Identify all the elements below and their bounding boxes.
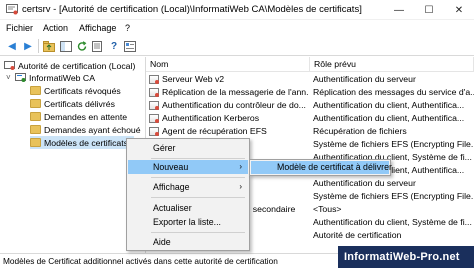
folder-icon (30, 125, 41, 134)
tree-item-label: Certificats délivrés (44, 98, 115, 109)
properties-icon[interactable] (123, 39, 137, 53)
back-arrow-icon[interactable]: ◀ (5, 39, 19, 53)
folder-icon (30, 99, 41, 108)
template-name: Agent de récupération EFS (162, 126, 267, 136)
column-header-role[interactable]: Rôle prévu (310, 57, 474, 72)
certificate-template-icon (149, 74, 159, 84)
template-role: Récupération de fichiers (313, 126, 407, 136)
certsrv-app-icon (6, 4, 18, 15)
context-menu: Gérer Nouveau › Affichage › Actualiser E… (126, 138, 250, 251)
menu-item-help[interactable]: Aide (128, 235, 248, 249)
minimize-button[interactable]: — (384, 0, 414, 20)
tree-item-failed-requests[interactable]: Demandes ayant échoué (30, 123, 141, 136)
window-title: certsrv - [Autorité de certification (Lo… (22, 4, 362, 15)
certificate-template-icon (149, 113, 159, 123)
tree-item-certificate-templates[interactable]: Modèles de certificats (30, 136, 135, 149)
menu-bar: Fichier Action Affichage ? (0, 20, 474, 36)
expand-chevron-icon[interactable]: ˅ (6, 73, 14, 82)
menu-item-view-label: Affichage (153, 182, 190, 192)
tree-root-label: Autorité de certification (Local) (18, 60, 136, 71)
up-folder-icon[interactable] (42, 39, 56, 53)
tree-ca-label: InformatiWeb CA (29, 72, 95, 83)
menu-item-refresh[interactable]: Actualiser (128, 201, 248, 215)
template-role: Authentification du client, Système de f… (313, 217, 472, 227)
table-row[interactable]: Serveur Web v2 Authentification du serve… (146, 73, 474, 85)
certificate-authority-icon (4, 61, 15, 70)
certificate-template-icon (149, 87, 159, 97)
menu-separator (151, 197, 245, 198)
toolbar-separator (38, 39, 39, 53)
template-role: <Tous> (313, 204, 342, 214)
help-icon[interactable]: ? (107, 39, 121, 53)
template-role: Système de fichiers EFS (Encrypting File… (313, 191, 474, 201)
export-list-icon[interactable] (91, 39, 105, 53)
menu-item-new-label: Nouveau (153, 162, 189, 172)
forward-arrow-icon[interactable]: ▶ (21, 39, 35, 53)
submenu-arrow-icon: › (239, 182, 242, 191)
table-row[interactable]: Agent de récupération EFS Récupération d… (146, 125, 474, 137)
refresh-icon[interactable] (75, 39, 89, 53)
tree-item-label: Demandes ayant échoué (44, 124, 141, 135)
menu-fichier[interactable]: Fichier (6, 23, 33, 33)
tree-item-revoked-certificates[interactable]: Certificats révoqués (30, 84, 121, 97)
certificate-template-icon (149, 126, 159, 136)
new-submenu: Modèle de certificat à délivrer (249, 159, 392, 176)
submenu-arrow-icon: › (239, 162, 242, 171)
template-name: Authentification du contrôleur de do... (162, 100, 306, 110)
template-role: Système de fichiers EFS (Encrypting File… (313, 139, 474, 149)
menu-item-view[interactable]: Affichage › (128, 180, 248, 194)
show-tree-icon[interactable] (59, 39, 73, 53)
menu-separator (151, 177, 245, 178)
tree-item-label: Certificats révoqués (44, 85, 121, 96)
menu-item-export-list[interactable]: Exporter la liste... (128, 215, 248, 229)
title-bar: certsrv - [Autorité de certification (Lo… (0, 0, 474, 20)
toolbar: ◀ ▶ ? (0, 36, 474, 56)
tree-item-label: Modèles de certificats (44, 137, 129, 148)
tree-item-pending-requests[interactable]: Demandes en attente (30, 110, 127, 123)
column-header-name[interactable]: Nom (146, 57, 310, 72)
close-button[interactable]: ✕ (444, 0, 474, 20)
template-role: Authentification du serveur (313, 74, 416, 84)
folder-icon (30, 112, 41, 121)
table-row[interactable]: Authentification Kerberos Authentificati… (146, 112, 474, 124)
template-role: Réplication des messages du service d'a.… (313, 87, 474, 97)
template-role: Authentification du client, Authentifica… (313, 113, 465, 123)
tree-item-ca[interactable]: ˅ InformatiWeb CA (6, 71, 95, 84)
tree-item-issued-certificates[interactable]: Certificats délivrés (30, 97, 115, 110)
table-row[interactable]: Authentification du contrôleur de do... … (146, 99, 474, 111)
folder-icon (30, 86, 41, 95)
template-role: Authentification du client, Authentifica… (313, 100, 465, 110)
template-name: Serveur Web v2 (162, 74, 225, 84)
menu-separator (151, 158, 245, 159)
menu-help[interactable]: ? (125, 23, 130, 33)
template-name: Réplication de la messagerie de l'ann... (162, 87, 309, 97)
table-row[interactable]: Réplication de la messagerie de l'ann...… (146, 86, 474, 98)
watermark-logo: InformatiWeb-Pro.net (338, 246, 474, 268)
menu-item-template-to-issue[interactable]: Modèle de certificat à délivrer (251, 161, 392, 174)
template-name: Authentification Kerberos (162, 113, 260, 123)
certificate-server-icon (15, 73, 26, 82)
folder-icon (30, 138, 41, 147)
maximize-button[interactable]: ☐ (414, 0, 444, 20)
template-role: Authentification du serveur (313, 178, 416, 188)
menu-separator (151, 232, 245, 233)
certificate-template-icon (149, 100, 159, 110)
menu-affichage[interactable]: Affichage (79, 23, 116, 33)
console-tree[interactable]: Autorité de certification (Local) ˅ Info… (0, 57, 146, 253)
menu-action[interactable]: Action (43, 23, 68, 33)
tree-item-label: Demandes en attente (44, 111, 128, 122)
template-role: Autorité de certification (313, 230, 402, 240)
menu-item-new[interactable]: Nouveau › (128, 160, 248, 174)
menu-item-manage[interactable]: Gérer (128, 141, 248, 155)
